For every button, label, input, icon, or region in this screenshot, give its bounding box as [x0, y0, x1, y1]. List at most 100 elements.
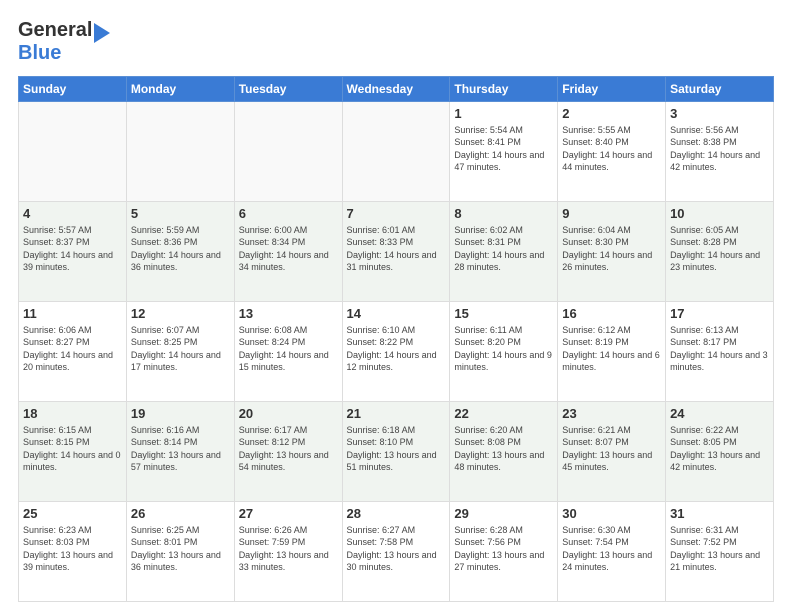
day-info: Sunrise: 6:13 AM Sunset: 8:17 PM Dayligh… [670, 324, 769, 374]
calendar-week-row: 25Sunrise: 6:23 AM Sunset: 8:03 PM Dayli… [19, 502, 774, 602]
day-number: 28 [347, 505, 446, 523]
weekday-header: Saturday [666, 77, 774, 102]
day-number: 18 [23, 405, 122, 423]
day-number: 24 [670, 405, 769, 423]
day-info: Sunrise: 5:54 AM Sunset: 8:41 PM Dayligh… [454, 124, 553, 174]
weekday-header: Friday [558, 77, 666, 102]
day-info: Sunrise: 6:27 AM Sunset: 7:58 PM Dayligh… [347, 524, 446, 574]
day-info: Sunrise: 6:18 AM Sunset: 8:10 PM Dayligh… [347, 424, 446, 474]
day-info: Sunrise: 6:31 AM Sunset: 7:52 PM Dayligh… [670, 524, 769, 574]
day-info: Sunrise: 6:28 AM Sunset: 7:56 PM Dayligh… [454, 524, 553, 574]
day-info: Sunrise: 6:26 AM Sunset: 7:59 PM Dayligh… [239, 524, 338, 574]
calendar-cell: 28Sunrise: 6:27 AM Sunset: 7:58 PM Dayli… [342, 502, 450, 602]
calendar-cell: 18Sunrise: 6:15 AM Sunset: 8:15 PM Dayli… [19, 402, 127, 502]
header: General Blue [18, 18, 774, 66]
calendar-cell: 22Sunrise: 6:20 AM Sunset: 8:08 PM Dayli… [450, 402, 558, 502]
day-number: 12 [131, 305, 230, 323]
day-info: Sunrise: 6:04 AM Sunset: 8:30 PM Dayligh… [562, 224, 661, 274]
day-info: Sunrise: 6:21 AM Sunset: 8:07 PM Dayligh… [562, 424, 661, 474]
calendar-cell: 23Sunrise: 6:21 AM Sunset: 8:07 PM Dayli… [558, 402, 666, 502]
calendar-cell: 7Sunrise: 6:01 AM Sunset: 8:33 PM Daylig… [342, 202, 450, 302]
calendar-cell: 8Sunrise: 6:02 AM Sunset: 8:31 PM Daylig… [450, 202, 558, 302]
calendar-cell [126, 102, 234, 202]
day-info: Sunrise: 6:07 AM Sunset: 8:25 PM Dayligh… [131, 324, 230, 374]
day-info: Sunrise: 6:16 AM Sunset: 8:14 PM Dayligh… [131, 424, 230, 474]
weekday-header: Wednesday [342, 77, 450, 102]
day-info: Sunrise: 6:12 AM Sunset: 8:19 PM Dayligh… [562, 324, 661, 374]
calendar-cell: 2Sunrise: 5:55 AM Sunset: 8:40 PM Daylig… [558, 102, 666, 202]
calendar-cell: 1Sunrise: 5:54 AM Sunset: 8:41 PM Daylig… [450, 102, 558, 202]
calendar-cell: 9Sunrise: 6:04 AM Sunset: 8:30 PM Daylig… [558, 202, 666, 302]
calendar-cell: 20Sunrise: 6:17 AM Sunset: 8:12 PM Dayli… [234, 402, 342, 502]
calendar-cell [342, 102, 450, 202]
day-number: 2 [562, 105, 661, 123]
calendar-cell: 14Sunrise: 6:10 AM Sunset: 8:22 PM Dayli… [342, 302, 450, 402]
calendar-cell: 5Sunrise: 5:59 AM Sunset: 8:36 PM Daylig… [126, 202, 234, 302]
calendar-cell: 27Sunrise: 6:26 AM Sunset: 7:59 PM Dayli… [234, 502, 342, 602]
day-info: Sunrise: 6:06 AM Sunset: 8:27 PM Dayligh… [23, 324, 122, 374]
day-number: 6 [239, 205, 338, 223]
calendar-cell: 21Sunrise: 6:18 AM Sunset: 8:10 PM Dayli… [342, 402, 450, 502]
calendar-cell: 4Sunrise: 5:57 AM Sunset: 8:37 PM Daylig… [19, 202, 127, 302]
calendar-cell: 16Sunrise: 6:12 AM Sunset: 8:19 PM Dayli… [558, 302, 666, 402]
calendar-table: SundayMondayTuesdayWednesdayThursdayFrid… [18, 76, 774, 602]
day-info: Sunrise: 6:02 AM Sunset: 8:31 PM Dayligh… [454, 224, 553, 274]
day-number: 23 [562, 405, 661, 423]
day-info: Sunrise: 6:25 AM Sunset: 8:01 PM Dayligh… [131, 524, 230, 574]
day-number: 1 [454, 105, 553, 123]
calendar-cell: 10Sunrise: 6:05 AM Sunset: 8:28 PM Dayli… [666, 202, 774, 302]
calendar-cell: 26Sunrise: 6:25 AM Sunset: 8:01 PM Dayli… [126, 502, 234, 602]
day-info: Sunrise: 6:30 AM Sunset: 7:54 PM Dayligh… [562, 524, 661, 574]
day-number: 29 [454, 505, 553, 523]
calendar-header-row: SundayMondayTuesdayWednesdayThursdayFrid… [19, 77, 774, 102]
day-number: 7 [347, 205, 446, 223]
weekday-header: Monday [126, 77, 234, 102]
calendar-week-row: 4Sunrise: 5:57 AM Sunset: 8:37 PM Daylig… [19, 202, 774, 302]
day-info: Sunrise: 6:05 AM Sunset: 8:28 PM Dayligh… [670, 224, 769, 274]
day-number: 3 [670, 105, 769, 123]
day-number: 15 [454, 305, 553, 323]
day-info: Sunrise: 6:20 AM Sunset: 8:08 PM Dayligh… [454, 424, 553, 474]
day-number: 20 [239, 405, 338, 423]
calendar-cell: 29Sunrise: 6:28 AM Sunset: 7:56 PM Dayli… [450, 502, 558, 602]
day-number: 4 [23, 205, 122, 223]
day-number: 13 [239, 305, 338, 323]
calendar-week-row: 18Sunrise: 6:15 AM Sunset: 8:15 PM Dayli… [19, 402, 774, 502]
day-number: 9 [562, 205, 661, 223]
logo-arrow-icon [94, 23, 110, 43]
day-number: 19 [131, 405, 230, 423]
day-number: 10 [670, 205, 769, 223]
calendar-cell: 30Sunrise: 6:30 AM Sunset: 7:54 PM Dayli… [558, 502, 666, 602]
calendar-cell [19, 102, 127, 202]
day-number: 31 [670, 505, 769, 523]
calendar-cell: 24Sunrise: 6:22 AM Sunset: 8:05 PM Dayli… [666, 402, 774, 502]
day-info: Sunrise: 6:17 AM Sunset: 8:12 PM Dayligh… [239, 424, 338, 474]
logo: General Blue [18, 18, 108, 66]
day-info: Sunrise: 5:55 AM Sunset: 8:40 PM Dayligh… [562, 124, 661, 174]
calendar-cell: 3Sunrise: 5:56 AM Sunset: 8:38 PM Daylig… [666, 102, 774, 202]
day-number: 17 [670, 305, 769, 323]
day-number: 27 [239, 505, 338, 523]
calendar-cell: 15Sunrise: 6:11 AM Sunset: 8:20 PM Dayli… [450, 302, 558, 402]
day-info: Sunrise: 6:23 AM Sunset: 8:03 PM Dayligh… [23, 524, 122, 574]
day-info: Sunrise: 5:57 AM Sunset: 8:37 PM Dayligh… [23, 224, 122, 274]
day-number: 25 [23, 505, 122, 523]
calendar-cell [234, 102, 342, 202]
day-number: 22 [454, 405, 553, 423]
day-number: 16 [562, 305, 661, 323]
day-info: Sunrise: 6:08 AM Sunset: 8:24 PM Dayligh… [239, 324, 338, 374]
calendar-cell: 17Sunrise: 6:13 AM Sunset: 8:17 PM Dayli… [666, 302, 774, 402]
day-number: 21 [347, 405, 446, 423]
day-number: 5 [131, 205, 230, 223]
day-info: Sunrise: 5:56 AM Sunset: 8:38 PM Dayligh… [670, 124, 769, 174]
day-info: Sunrise: 6:10 AM Sunset: 8:22 PM Dayligh… [347, 324, 446, 374]
day-info: Sunrise: 6:01 AM Sunset: 8:33 PM Dayligh… [347, 224, 446, 274]
page: General Blue SundayMondayTuesdayWednesda… [0, 0, 792, 612]
weekday-header: Tuesday [234, 77, 342, 102]
day-info: Sunrise: 5:59 AM Sunset: 8:36 PM Dayligh… [131, 224, 230, 274]
calendar-cell: 25Sunrise: 6:23 AM Sunset: 8:03 PM Dayli… [19, 502, 127, 602]
calendar-cell: 19Sunrise: 6:16 AM Sunset: 8:14 PM Dayli… [126, 402, 234, 502]
day-info: Sunrise: 6:11 AM Sunset: 8:20 PM Dayligh… [454, 324, 553, 374]
logo-general: General [18, 19, 92, 41]
day-info: Sunrise: 6:22 AM Sunset: 8:05 PM Dayligh… [670, 424, 769, 474]
